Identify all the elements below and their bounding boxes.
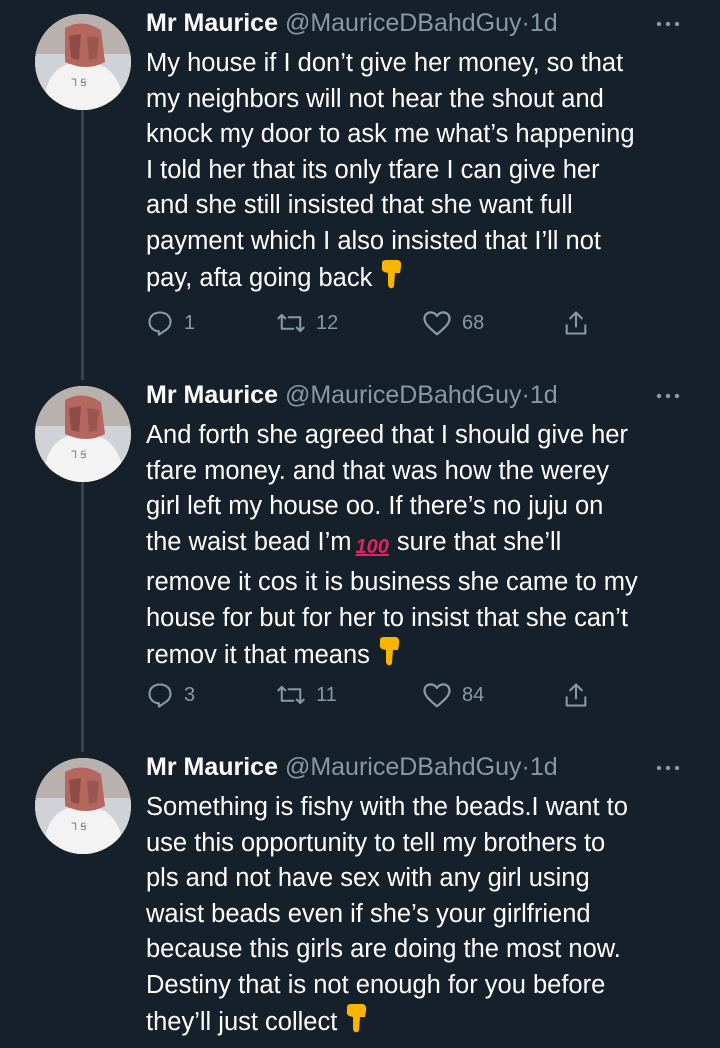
tweet-header: Mr Maurice @MauriceDBahdGuy·1d [146, 750, 558, 784]
text-line: pay, afta going back [146, 259, 706, 300]
text-line: Something is fishy with the beads.I want… [146, 793, 628, 821]
tweet[interactable]: ᒣ Ꞩ Mr Maurice @MauriceDBahdGuy·1d My ho… [0, 6, 720, 350]
more-options-icon[interactable] [654, 14, 682, 34]
text-line: remove it cos it is business she came to… [146, 568, 638, 596]
author-name[interactable]: Mr Maurice [146, 9, 278, 37]
tweet-header: Mr Maurice @MauriceDBahdGuy·1d [146, 6, 558, 40]
reply-icon [146, 309, 174, 337]
hundred-points-emoji-icon: 100 [355, 535, 389, 558]
text-line-content: they’ll just collect [146, 1007, 338, 1036]
reply-button[interactable]: 3 [146, 678, 195, 712]
reply-count: 1 [184, 311, 196, 334]
like-count: 68 [462, 311, 485, 334]
text-line: And forth she agreed that I should give … [146, 421, 628, 449]
tweet-text: My house if I don’t give her money, so t… [146, 46, 706, 300]
svg-text:ᒣ Ꞩ: ᒣ Ꞩ [71, 78, 87, 89]
separator-dot: · [521, 753, 530, 781]
text-line-content: pay, afta going back [146, 263, 373, 292]
like-count: 84 [462, 683, 485, 706]
like-button[interactable]: 84 [422, 678, 484, 712]
tweet-text: And forth she agreed that I should give … [146, 418, 706, 677]
more-options-icon[interactable] [654, 386, 682, 406]
reply-count: 3 [184, 683, 196, 706]
tweet-actions: 1 12 68 [146, 306, 606, 340]
more-options-icon[interactable] [654, 758, 682, 778]
share-button[interactable] [562, 678, 590, 712]
author-handle[interactable]: @MauriceDBahdGuy [285, 9, 522, 37]
text-line: they’ll just collect [146, 1003, 706, 1044]
separator-dot: · [521, 9, 530, 37]
text-line-content: sure that she’ll [396, 527, 562, 556]
text-line: pls and not have sex with any girl using [146, 864, 590, 892]
author-handle[interactable]: @MauriceDBahdGuy [285, 381, 522, 409]
text-line: house for but for her to insist that she… [146, 603, 628, 632]
tweet[interactable]: ᒣ Ꞩ Mr Maurice @MauriceDBahdGuy·1d Somet… [0, 750, 720, 1048]
avatar[interactable]: ᒣ Ꞩ [35, 758, 131, 854]
author-name[interactable]: Mr Maurice [146, 381, 278, 409]
text-line: My house if I don’t give her money, so t… [146, 49, 624, 77]
timestamp[interactable]: 1d [530, 381, 558, 409]
retweet-icon [276, 681, 306, 709]
text-line-content: the waist bead I’m [146, 527, 352, 556]
retweet-button[interactable]: 11 [276, 678, 337, 712]
text-line: and she still insisted that she want ful… [146, 191, 573, 219]
tweet[interactable]: ᒣ Ꞩ Mr Maurice @MauriceDBahdGuy·1d And f… [0, 378, 720, 722]
share-icon [562, 681, 590, 709]
text-line: tfare money. and that was how the werey [146, 456, 610, 485]
pointing-down-emoji-icon [376, 636, 402, 677]
text-line: the waist bead I’m 100 sure that she’ll [146, 525, 706, 566]
text-line: because this girls are doing the most no… [146, 935, 621, 963]
text-line: remov it that means [146, 636, 706, 677]
author-handle[interactable]: @MauriceDBahdGuy [285, 753, 522, 781]
heart-icon [422, 681, 452, 709]
text-line: my neighbors will not hear the shout and [146, 84, 604, 113]
author-name[interactable]: Mr Maurice [146, 753, 278, 781]
pointing-down-emoji-icon [378, 259, 404, 300]
text-line: Destiny that is not enough for you befor… [146, 970, 606, 999]
tweet-actions: 3 11 84 [146, 678, 606, 712]
timestamp[interactable]: 1d [530, 9, 558, 37]
text-line: payment which I also insisted that I’ll … [146, 226, 601, 255]
separator-dot: · [521, 381, 530, 409]
text-line: girl left my house oo. If there’s no juj… [146, 492, 604, 520]
reply-button[interactable]: 1 [146, 306, 195, 340]
share-icon [562, 309, 590, 337]
avatar[interactable]: ᒣ Ꞩ [35, 386, 131, 482]
avatar[interactable]: ᒣ Ꞩ [35, 14, 131, 110]
heart-icon [422, 309, 452, 337]
tweet-header: Mr Maurice @MauriceDBahdGuy·1d [146, 378, 558, 412]
tweet-text: Something is fishy with the beads.I want… [146, 790, 706, 1044]
retweet-count: 11 [316, 683, 337, 706]
text-line: waist beads even if she’s your girlfrien… [146, 899, 591, 928]
timestamp[interactable]: 1d [530, 753, 558, 781]
retweet-button[interactable]: 12 [276, 306, 338, 340]
reply-icon [146, 681, 174, 709]
text-line: I told her that its only tfare I can giv… [146, 155, 600, 184]
text-line: use this opportunity to tell my brothers… [146, 828, 606, 857]
retweet-count: 12 [316, 311, 339, 334]
like-button[interactable]: 68 [422, 306, 484, 340]
svg-text:ᒣ Ꞩ: ᒣ Ꞩ [71, 450, 87, 461]
retweet-icon [276, 309, 306, 337]
text-line: knock my door to ask me what’s happening [146, 120, 635, 148]
text-line-content: remov it that means [146, 640, 370, 669]
pointing-down-emoji-icon [343, 1003, 369, 1044]
share-button[interactable] [562, 306, 590, 340]
svg-text:ᒣ Ꞩ: ᒣ Ꞩ [71, 822, 87, 833]
